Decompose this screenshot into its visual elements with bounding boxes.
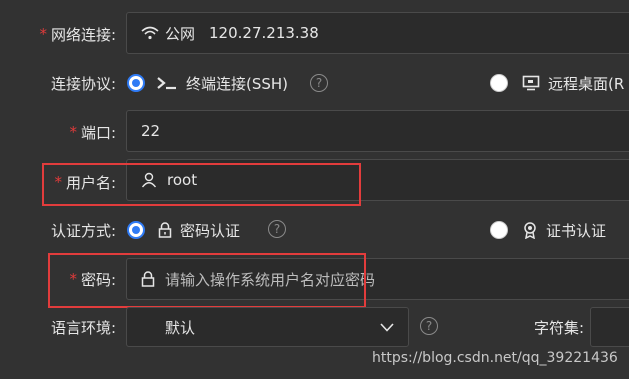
language-label: 语言环境: xyxy=(50,318,116,337)
network-ip: 120.27.213.38 xyxy=(209,24,319,42)
highlight-username xyxy=(42,163,361,206)
option-rdp[interactable]: 远程桌面(R xyxy=(522,71,624,95)
option-password-auth[interactable]: 密码认证 xyxy=(158,218,240,242)
protocol-label: 连接协议: xyxy=(50,74,116,93)
network-label: * 网络连接: xyxy=(39,25,116,44)
language-select[interactable]: 默认 xyxy=(126,307,409,347)
auth-label: 认证方式: xyxy=(50,221,116,240)
option-ssh[interactable]: 终端连接(SSH) xyxy=(156,71,288,95)
help-icon[interactable]: ? xyxy=(420,317,438,335)
terminal-icon xyxy=(157,77,176,90)
radio-password-auth[interactable] xyxy=(127,221,145,239)
radio-rdp[interactable] xyxy=(490,74,508,92)
highlight-password xyxy=(48,253,366,308)
option-cert-auth[interactable]: 证书认证 xyxy=(522,218,606,242)
required-mark: * xyxy=(39,25,47,43)
port-input[interactable]: 22 xyxy=(126,110,629,152)
charset-select[interactable] xyxy=(590,307,629,347)
network-field[interactable]: 公网 120.27.213.38 xyxy=(126,12,629,54)
radio-cert-auth[interactable] xyxy=(490,221,508,239)
port-value: 22 xyxy=(141,122,161,140)
radio-ssh[interactable] xyxy=(127,74,145,92)
watermark-text: https://blog.csdn.net/qq_39221436 xyxy=(372,350,618,366)
charset-label: 字符集: xyxy=(533,318,584,337)
monitor-icon xyxy=(522,75,540,91)
chevron-down-icon xyxy=(380,322,394,332)
language-value: 默认 xyxy=(165,318,196,337)
lock-icon xyxy=(158,222,172,238)
certificate-icon xyxy=(524,222,536,239)
wifi-icon xyxy=(141,26,159,40)
required-mark: * xyxy=(69,123,77,141)
help-icon[interactable]: ? xyxy=(310,74,328,92)
network-type: 公网 xyxy=(165,24,196,43)
port-label: * 端口: xyxy=(69,123,116,142)
help-icon[interactable]: ? xyxy=(268,220,286,238)
